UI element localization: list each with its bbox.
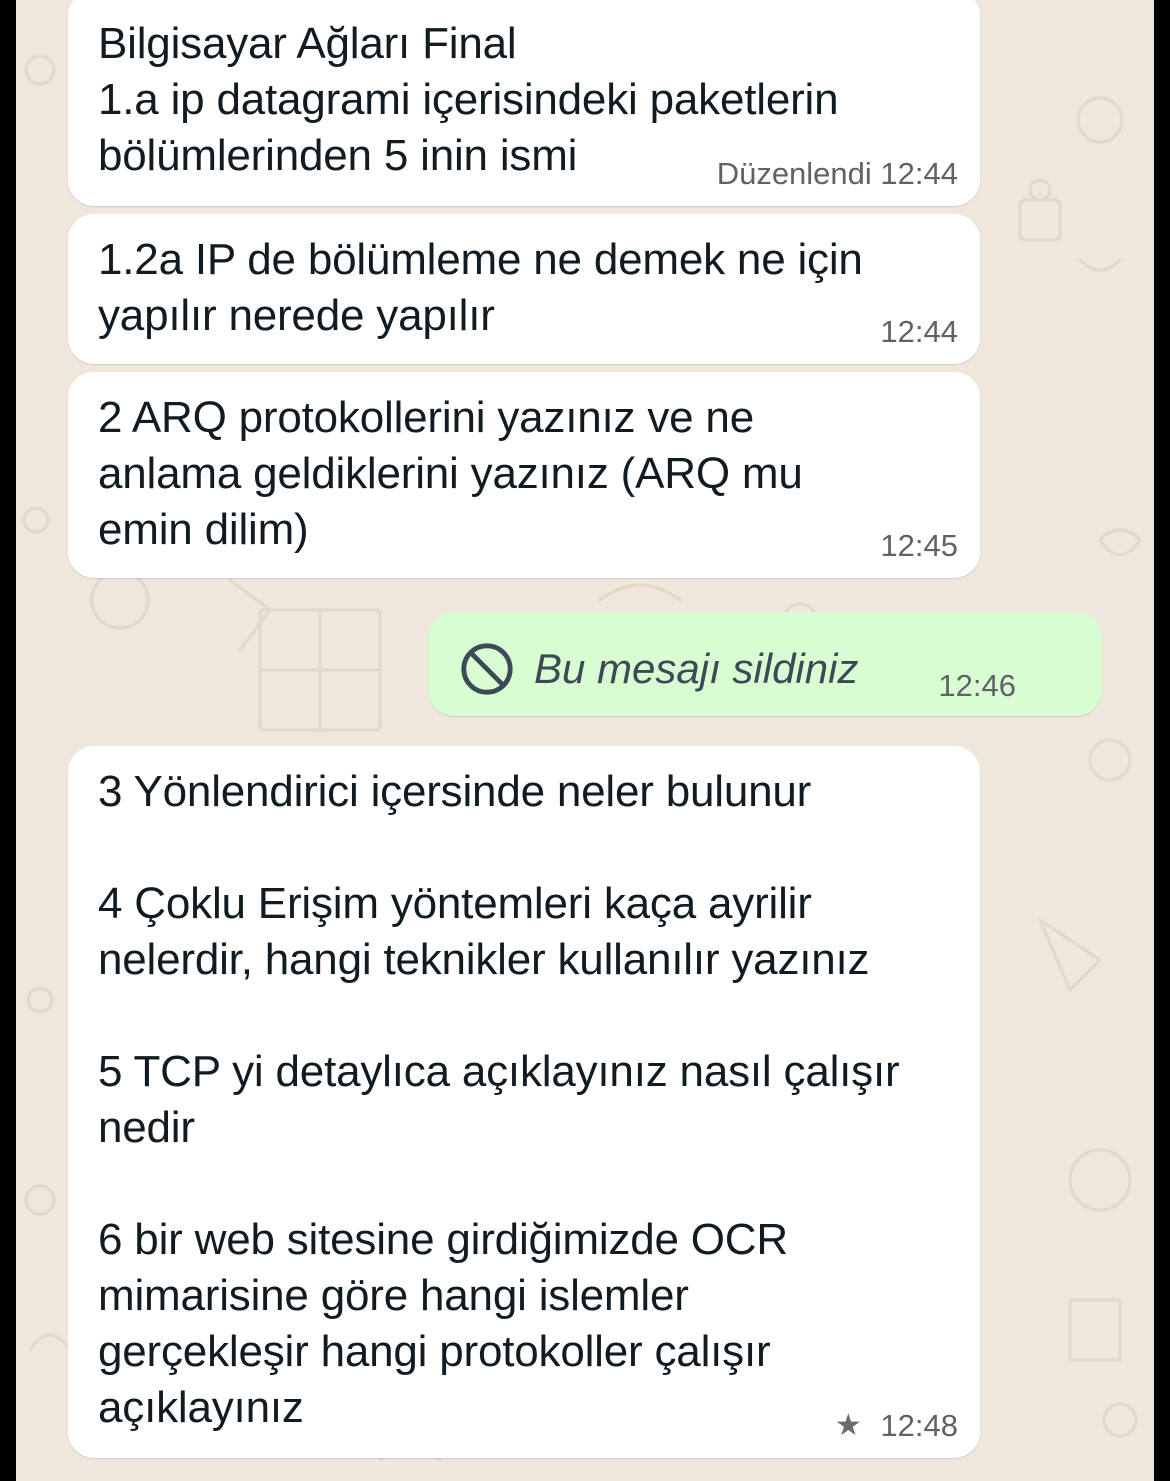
message-meta: 12:46 xyxy=(938,668,1016,704)
star-icon: ★ xyxy=(834,1409,862,1442)
message-bubble-incoming-starred[interactable]: 3 Yönlendirici içersinde neler bulunur 4… xyxy=(68,746,980,1458)
deleted-message-text: Bu mesajı sildiniz xyxy=(534,645,859,692)
message-bubble-outgoing-deleted[interactable]: Bu mesajı sildiniz 12:46 xyxy=(428,612,1102,716)
message-bubble-incoming[interactable]: 2 ARQ protokollerini yazınız ve ne anlam… xyxy=(68,372,980,578)
message-text: 1.2a IP de bölümleme ne demek ne için ya… xyxy=(98,235,863,340)
message-time: 12:48 xyxy=(880,1408,958,1443)
chat-message-list[interactable]: Bilgisayar Ağları Final 1.a ip datagrami… xyxy=(0,0,1170,1481)
message-time: 12:46 xyxy=(938,668,1016,703)
message-time: 12:45 xyxy=(880,528,958,563)
deleted-message-icon xyxy=(461,643,513,695)
message-bubble-incoming[interactable]: Bilgisayar Ağları Final 1.a ip datagrami… xyxy=(68,0,980,206)
message-text: 3 Yönlendirici içersinde neler bulunur 4… xyxy=(98,767,900,1432)
deleted-message-row: Bu mesajı sildiniz xyxy=(458,640,858,698)
message-time: 12:44 xyxy=(880,314,958,349)
message-text: 2 ARQ protokollerini yazınız ve ne anlam… xyxy=(98,393,803,554)
message-bubble-incoming[interactable]: 1.2a IP de bölümleme ne demek ne için ya… xyxy=(68,214,980,364)
message-meta: 12:45 xyxy=(880,528,958,564)
message-meta: 12:44 xyxy=(880,314,958,350)
message-time: 12:44 xyxy=(880,156,958,191)
edited-label: Düzenlendi xyxy=(716,156,872,191)
message-meta: ★ 12:48 xyxy=(835,1408,958,1444)
message-meta: Düzenlendi 12:44 xyxy=(717,156,958,192)
